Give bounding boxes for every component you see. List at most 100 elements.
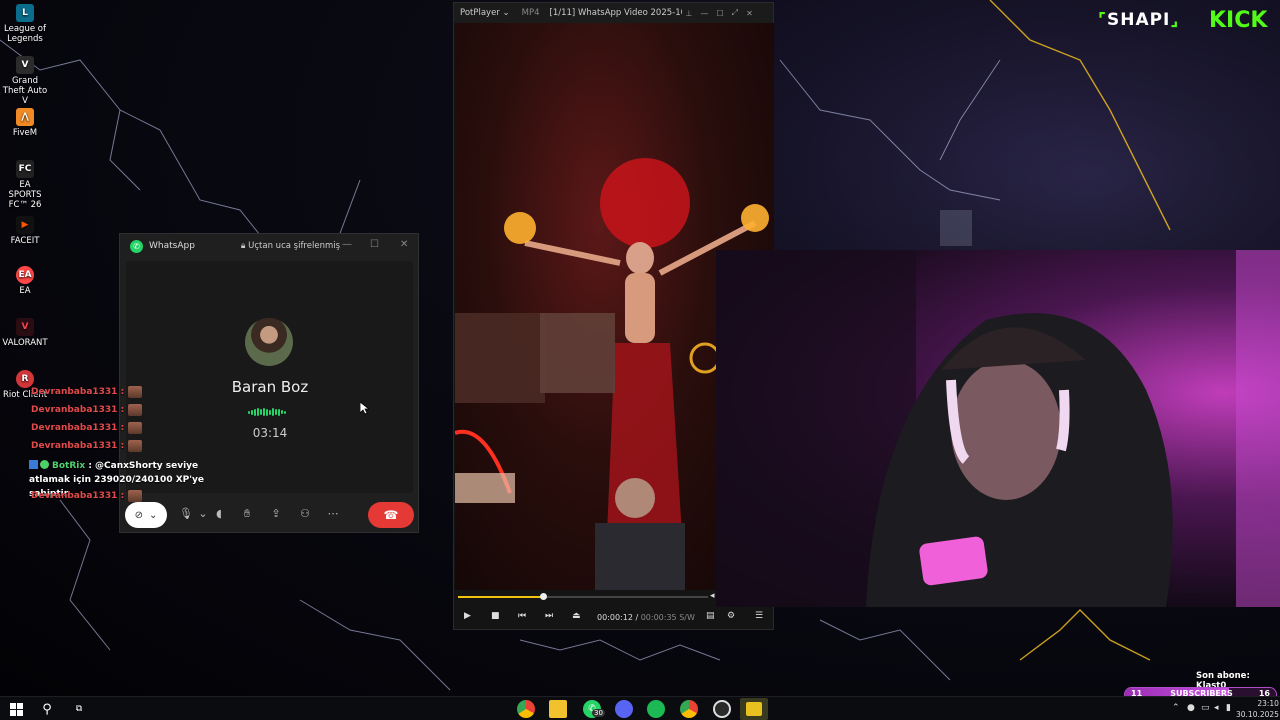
hang-up-icon: ☎︎ [383, 508, 399, 522]
maximize-icon[interactable]: ☐ [370, 239, 379, 250]
webcam-overlay [716, 250, 1280, 607]
clock-date: 30.10.2025 [1236, 710, 1279, 719]
discord-icon[interactable] [615, 700, 633, 718]
chat-emote [128, 422, 143, 434]
battery-icon[interactable]: ▮ [1226, 703, 1231, 713]
minimize-icon[interactable]: — [342, 239, 352, 250]
desktop-icon-fivem[interactable]: ⋀ FiveM [2, 108, 48, 138]
current-time: 00:00:12 [597, 613, 633, 622]
menu-icon[interactable]: ☰ [755, 611, 763, 621]
play-icon[interactable]: ▶ [464, 611, 471, 621]
bot-username: BotRix [52, 461, 86, 471]
desktop-icon-ea-fc[interactable]: FC EA SPORTS FC™ 26 [2, 160, 48, 210]
playlist-icon[interactable]: ▤ [706, 611, 715, 621]
desktop-icon-gta-v[interactable]: V Grand Theft Auto V [2, 56, 48, 106]
search-icon[interactable]: ⚲ [38, 700, 56, 718]
desktop-icon-faceit[interactable]: ▶ FACEIT [2, 216, 48, 246]
seek-progress [458, 596, 543, 598]
shapi-text: SHAPI [1106, 10, 1171, 30]
total-time: 00:00:35 [640, 613, 677, 622]
kick-logo: KICK [1209, 8, 1268, 33]
potplayer-titlebar[interactable]: PotPlayer ⌄ MP4 [1/11] WhatsApp Video 20… [454, 3, 773, 23]
mic-chevron-down-icon[interactable]: ⌄ [195, 507, 211, 520]
end-call-button[interactable]: ☎︎ [368, 502, 414, 528]
app-window-icon [746, 702, 762, 716]
speaker-icon[interactable]: ◖ [211, 507, 227, 520]
spotify-icon[interactable] [647, 700, 665, 718]
caller-avatar [245, 318, 293, 366]
desktop-icon-valorant[interactable]: V VALORANT [2, 318, 48, 348]
chat-message: Devranbaba1331 : [31, 404, 143, 416]
volume-icon[interactable]: ◂ [710, 591, 715, 601]
verified-badge-icon [40, 460, 49, 469]
obs-icon[interactable] [713, 700, 731, 718]
chrome-profile-icon[interactable] [680, 700, 698, 718]
decoder-mode[interactable]: S/W [679, 613, 695, 622]
microphone-tray-icon[interactable]: ● [1187, 703, 1195, 713]
chat-username: Devranbaba1331 : [31, 405, 125, 415]
raise-hand-icon[interactable]: ✋︎ [239, 507, 255, 521]
playback-time: 00:00:12 / 00:00:35 S/W [597, 613, 695, 622]
previous-icon[interactable]: ⏮ [518, 611, 526, 621]
start-windows-icon[interactable] [7, 700, 25, 718]
active-app-icon[interactable] [740, 698, 768, 720]
pin-icon[interactable]: ⊥ [682, 9, 697, 18]
clock-time: 23:10 [1257, 699, 1279, 708]
fullscreen-icon[interactable]: ⤢ [728, 8, 742, 18]
chat-message: Devranbaba1331 : [31, 422, 143, 434]
chat-username: Devranbaba1331 : [31, 387, 125, 397]
desktop-icon-label: VALORANT [2, 338, 48, 348]
eject-icon[interactable]: ⏏ [572, 611, 581, 621]
chat-username: Devranbaba1331 : [31, 441, 125, 451]
microphone-icon[interactable]: 🎙︎ [178, 507, 194, 520]
ea-icon: EA [16, 266, 34, 284]
system-clock[interactable]: 23:10 30.10.2025 [1236, 698, 1279, 720]
chat-emote [128, 490, 143, 502]
desktop-icon-label: FACEIT [10, 236, 40, 246]
chat-username: Devranbaba1331 : [31, 491, 125, 501]
add-participant-icon[interactable]: ⚇ [297, 507, 313, 520]
seek-handle[interactable] [540, 593, 547, 600]
task-view-icon[interactable]: ⧉ [70, 700, 88, 718]
desktop-icon-label: League of Legends [4, 24, 46, 44]
desktop: L League of Legends V Grand Theft Auto V… [0, 0, 1280, 720]
tray-chevron-up-icon[interactable]: ⌃ [1172, 703, 1180, 713]
chat-message: Devranbaba1331 : [31, 440, 143, 452]
taskbar: ⚲ ⧉ ✆ 30 ⌃ ● ▭ ◂ ▮ 23:10 30.10.2025 [0, 696, 1280, 720]
next-icon[interactable]: ⏭ [545, 611, 553, 621]
chrome-icon[interactable] [517, 700, 535, 718]
camera-off-icon: ⊘ [134, 509, 143, 521]
encryption-label: 🔒︎ Uçtan uca şifrelenmiş [240, 241, 341, 251]
whatsapp-logo-icon: ✆ [130, 239, 143, 253]
encryption-text: Uçtan uca şifrelenmiş [248, 241, 341, 251]
valorant-icon: V [16, 318, 34, 336]
caller-name: Baran Boz [231, 378, 309, 396]
maximize-icon[interactable]: ☐ [712, 9, 727, 18]
chat-emote [128, 386, 143, 398]
network-icon[interactable]: ▭ [1201, 703, 1210, 713]
chat-emote [128, 404, 143, 416]
desktop-icon-ea[interactable]: EA EA [2, 266, 48, 296]
share-screen-icon[interactable]: ⇪ [268, 507, 284, 520]
more-options-icon[interactable]: ⋯ [325, 507, 341, 520]
desktop-icon-label: Grand Theft Auto V [2, 76, 48, 106]
windows-logo-icon [9, 702, 23, 716]
desktop-icon-league-of-legends[interactable]: L League of Legends [2, 4, 48, 44]
close-icon[interactable]: ✕ [742, 9, 757, 18]
potplayer-menu[interactable]: PotPlayer ⌄ [454, 8, 516, 18]
faceit-icon: ▶ [16, 216, 34, 234]
chat-message: Devranbaba1331 : [31, 490, 143, 502]
desktop-icon-label: FiveM [12, 128, 38, 138]
ea-fc-icon: FC [16, 160, 34, 178]
close-icon[interactable]: ✕ [400, 239, 408, 250]
minimize-icon[interactable]: — [696, 9, 712, 18]
file-explorer-icon[interactable] [549, 700, 567, 718]
audio-wave-icon [248, 408, 294, 416]
potplayer-app-name: PotPlayer [460, 8, 500, 18]
speaker-tray-icon[interactable]: ◂ [1214, 703, 1219, 713]
camera-toggle-button[interactable]: ⊘ ⌄ [125, 502, 167, 528]
settings-gear-icon[interactable]: ⚙ [727, 611, 735, 621]
chat-message: Devranbaba1331 : [31, 386, 143, 398]
seek-bar[interactable] [458, 593, 708, 600]
stop-icon[interactable]: ■ [491, 611, 500, 621]
